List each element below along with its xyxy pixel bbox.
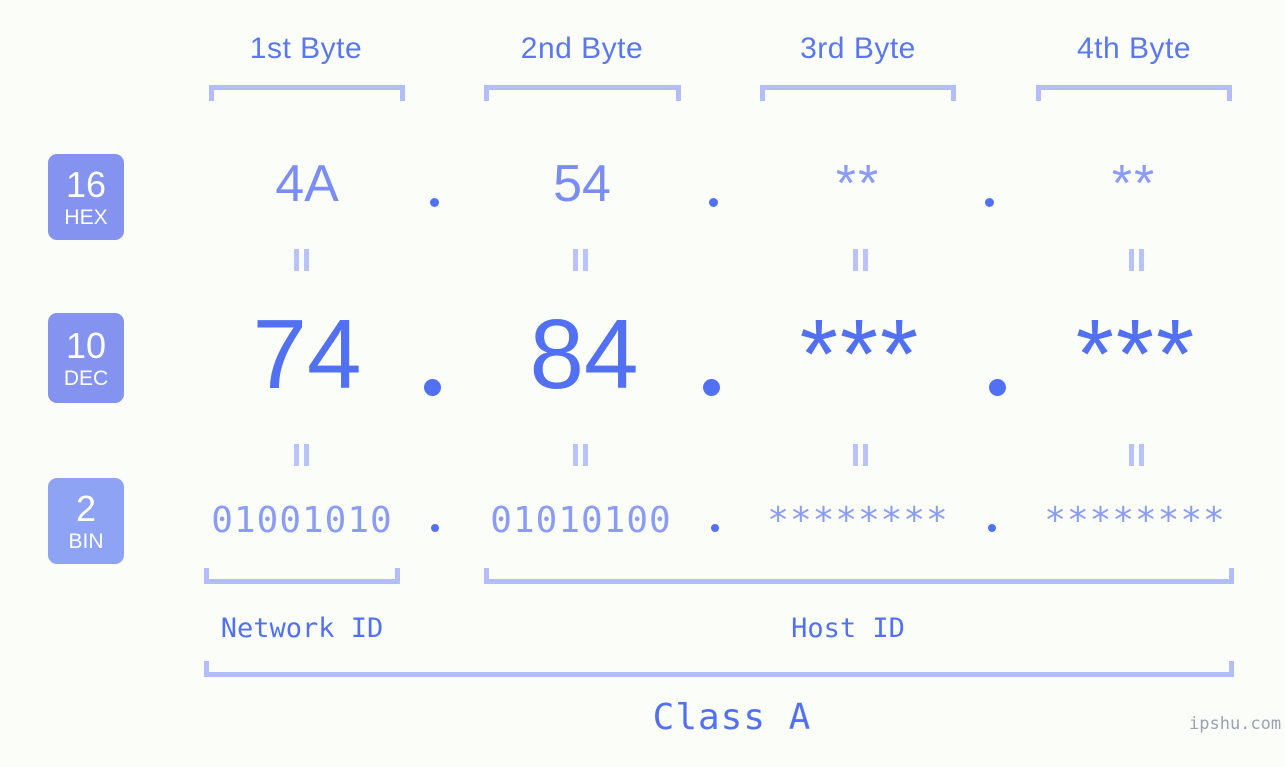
- equals-mark-hex-dec-1: [290, 249, 312, 271]
- radix-badge-hex: 16 HEX: [48, 154, 124, 240]
- network-id-bracket: [204, 568, 400, 584]
- dec-separator-dot-1: [424, 379, 441, 396]
- dec-separator-dot-2: [703, 379, 720, 396]
- dec-byte-1-value: 74: [252, 299, 362, 409]
- bin-separator-dot-3: [988, 524, 996, 532]
- bin-byte-3-value: ********: [767, 500, 949, 541]
- watermark: ipshu.com: [1189, 714, 1282, 734]
- byte-1-header: 1st Byte: [249, 32, 363, 65]
- hex-separator-dot-2: [709, 198, 718, 207]
- host-id-bracket: [484, 568, 1234, 584]
- class-label: Class A: [652, 697, 812, 738]
- hex-separator-dot-3: [985, 198, 994, 207]
- radix-badge-dec-number: 10: [65, 324, 107, 366]
- hex-separator-dot-1: [430, 198, 439, 207]
- hex-byte-3-value: **: [835, 155, 881, 213]
- equals-mark-hex-dec-3: [849, 249, 871, 271]
- hex-byte-2-value: 54: [553, 155, 611, 213]
- equals-mark-dec-bin-3: [849, 444, 871, 466]
- bin-separator-dot-1: [431, 524, 439, 532]
- ip-address-breakdown-diagram: 1st Byte 2nd Byte 3rd Byte 4th Byte 16 H…: [0, 0, 1285, 767]
- radix-badge-hex-number: 16: [65, 163, 107, 205]
- dec-byte-2-value: 84: [529, 299, 639, 409]
- byte-1-bracket: [209, 85, 405, 101]
- byte-2-header: 2nd Byte: [520, 32, 644, 65]
- host-id-label: Host ID: [791, 613, 905, 644]
- byte-4-bracket: [1036, 85, 1232, 101]
- equals-mark-hex-dec-4: [1125, 249, 1147, 271]
- byte-3-bracket: [760, 85, 956, 101]
- bin-byte-1-value: 01001010: [211, 500, 393, 541]
- equals-mark-dec-bin-4: [1125, 444, 1147, 466]
- byte-3-header: 3rd Byte: [800, 32, 916, 65]
- bin-separator-dot-2: [711, 524, 719, 532]
- equals-mark-dec-bin-2: [569, 444, 591, 466]
- byte-4-header: 4th Byte: [1076, 32, 1192, 65]
- hex-byte-4-value: **: [1111, 155, 1157, 213]
- bin-byte-4-value: ********: [1044, 500, 1226, 541]
- network-id-label: Network ID: [220, 613, 384, 644]
- radix-badge-bin: 2 BIN: [48, 478, 124, 564]
- dec-byte-4-value: ***: [1075, 299, 1197, 409]
- radix-badge-bin-number: 2: [75, 487, 97, 529]
- radix-badge-hex-name: HEX: [64, 205, 108, 229]
- byte-2-bracket: [484, 85, 681, 101]
- class-bracket: [204, 661, 1234, 677]
- hex-byte-1-value: 4A: [275, 155, 339, 213]
- dec-byte-3-value: ***: [799, 299, 921, 409]
- equals-mark-dec-bin-1: [290, 444, 312, 466]
- radix-badge-dec: 10 DEC: [48, 313, 124, 403]
- equals-mark-hex-dec-2: [569, 249, 591, 271]
- radix-badge-bin-name: BIN: [68, 529, 104, 553]
- bin-byte-2-value: 01010100: [490, 500, 672, 541]
- radix-badge-dec-name: DEC: [63, 366, 109, 390]
